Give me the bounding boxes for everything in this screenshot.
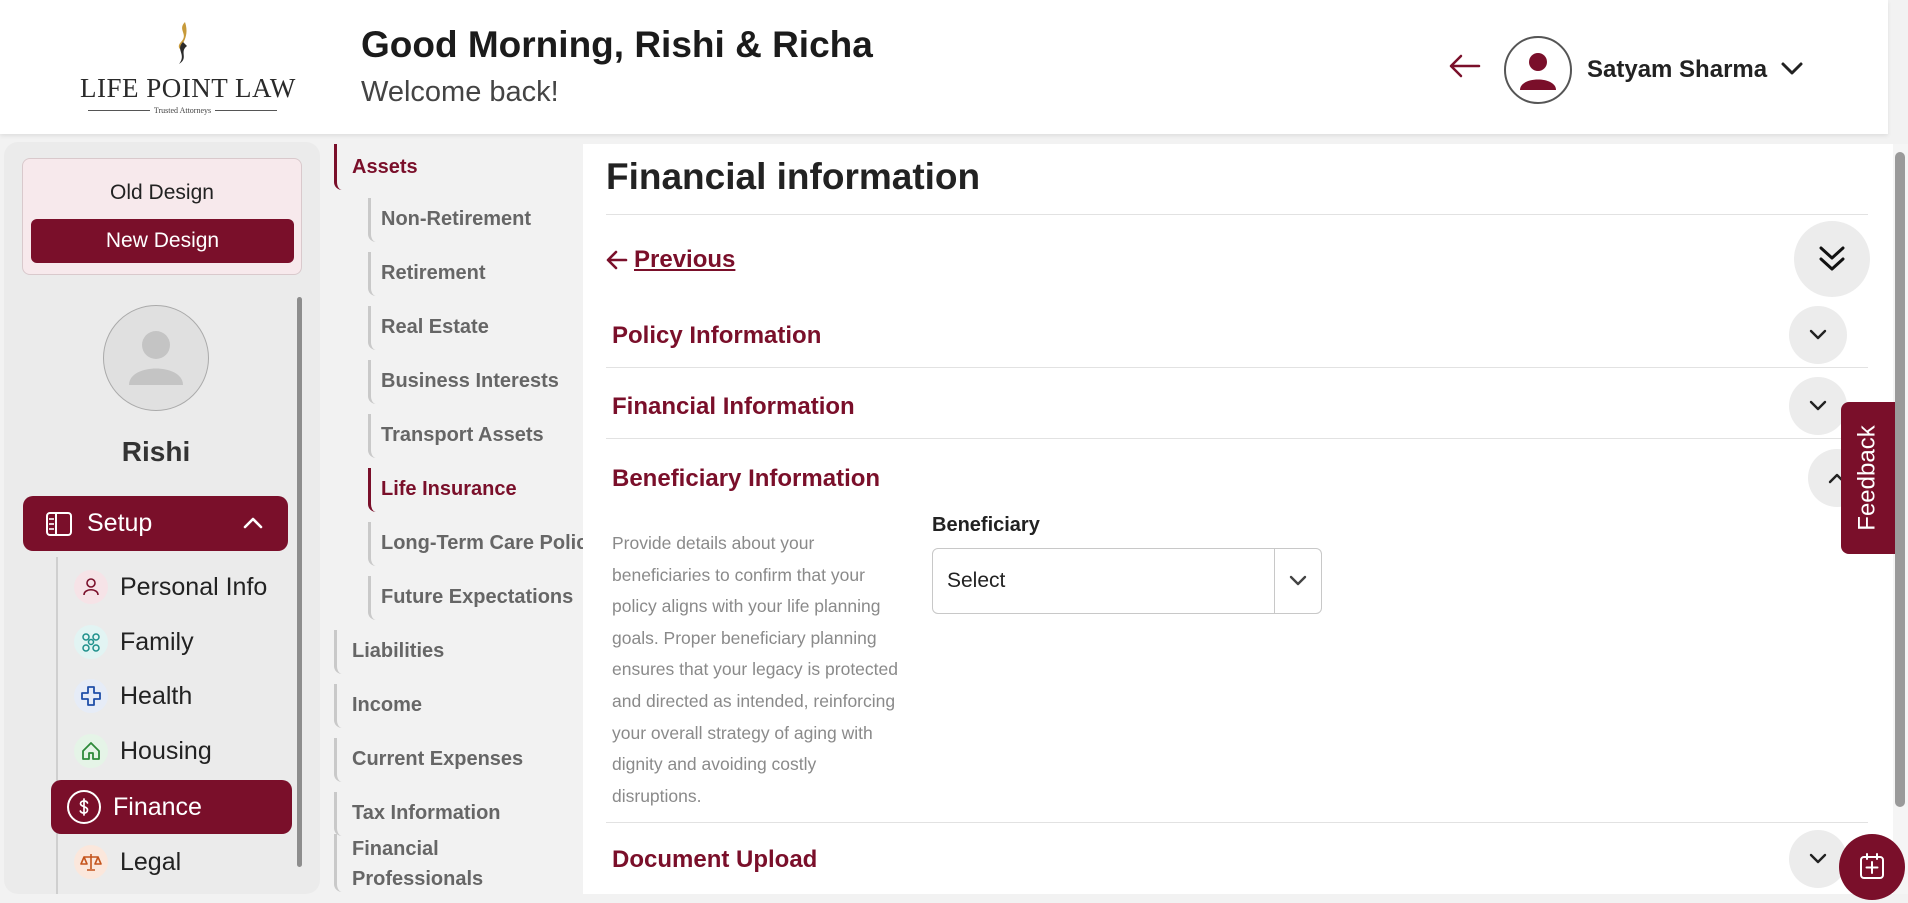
sidebar-item-family[interactable]: Family xyxy=(68,619,290,665)
collapse-all-button[interactable] xyxy=(1794,221,1870,297)
subnav-transport-assets[interactable]: Transport Assets xyxy=(368,414,544,458)
health-cross-icon xyxy=(74,679,108,713)
sidebar-item-health[interactable]: Health xyxy=(68,673,290,719)
setup-book-icon xyxy=(46,511,72,536)
sidebar-item-legal[interactable]: Legal xyxy=(68,839,290,885)
feedback-label: Feedback xyxy=(1854,425,1881,531)
subnav-assets[interactable]: Assets xyxy=(334,144,418,190)
dollar-icon xyxy=(67,790,101,824)
person-placeholder-icon xyxy=(129,331,183,385)
add-note-button[interactable] xyxy=(1839,834,1905,900)
policy-information-toggle[interactable] xyxy=(1789,306,1847,364)
legal-scale-icon xyxy=(74,845,108,879)
sidebar-item-finance[interactable]: Finance xyxy=(51,780,292,834)
user-avatar[interactable] xyxy=(1504,36,1572,104)
subnav-business-interests[interactable]: Business Interests xyxy=(368,360,559,404)
setup-menu-toggle[interactable]: Setup xyxy=(23,496,288,551)
subnav-income[interactable]: Income xyxy=(334,684,422,728)
logo-tagline: Trusted Attorneys xyxy=(153,106,212,115)
old-design-button[interactable]: Old Design xyxy=(23,181,301,205)
finance-subnav: Assets Non-Retirement Retirement Real Es… xyxy=(330,142,598,897)
beneficiary-select[interactable]: Select xyxy=(932,548,1322,614)
subnav-current-expenses[interactable]: Current Expenses xyxy=(334,738,523,782)
chevron-down-icon[interactable] xyxy=(1778,58,1806,80)
subnav-real-estate[interactable]: Real Estate xyxy=(368,306,489,350)
document-upload-header[interactable]: Document Upload xyxy=(612,846,817,874)
sidebar-item-personal-info[interactable]: Personal Info xyxy=(68,564,290,610)
document-upload-toggle[interactable] xyxy=(1789,830,1847,888)
beneficiary-select-value: Select xyxy=(947,569,1006,592)
add-note-icon xyxy=(1860,853,1884,879)
feedback-tab[interactable]: Feedback xyxy=(1841,402,1895,554)
policy-information-header[interactable]: Policy Information xyxy=(612,322,821,350)
family-icon xyxy=(74,625,108,659)
beneficiary-description: Provide details about your beneficiaries… xyxy=(612,533,898,806)
sidebar-item-housing[interactable]: Housing xyxy=(68,728,290,774)
top-header: LIFE POINT LAW Trusted Attorneys Good Mo… xyxy=(0,0,1888,134)
subnav-liabilities[interactable]: Liabilities xyxy=(334,630,444,674)
subnav-financial-professionals[interactable]: Financial Professionals xyxy=(334,834,484,892)
page-title: Financial information xyxy=(606,156,981,197)
flame-logo-icon xyxy=(178,22,187,64)
chevron-down-icon xyxy=(1809,853,1827,864)
profile-name: Rishi xyxy=(121,436,191,467)
chevron-down-icon xyxy=(1809,400,1827,411)
double-chevron-down-icon xyxy=(1819,246,1845,271)
beneficiary-label: Beneficiary xyxy=(932,514,1040,536)
user-name[interactable]: Satyam Sharma xyxy=(1587,56,1767,84)
profile-avatar[interactable] xyxy=(103,305,209,411)
back-arrow-icon[interactable] xyxy=(1447,52,1481,80)
financial-information-header[interactable]: Financial Information xyxy=(612,393,855,421)
subnav-retirement[interactable]: Retirement xyxy=(368,252,485,296)
left-sidebar: Old Design New Design Rishi Setup Person… xyxy=(4,142,320,894)
subnav-non-retirement[interactable]: Non-Retirement xyxy=(368,198,531,242)
previous-link[interactable]: Previous xyxy=(606,246,735,274)
chevron-down-icon xyxy=(1809,329,1827,340)
welcome-text: Welcome back! xyxy=(361,76,559,108)
new-design-button[interactable]: New Design xyxy=(31,219,294,263)
chevron-down-icon xyxy=(1289,575,1307,586)
financial-information-toggle[interactable] xyxy=(1789,377,1847,435)
arrow-left-icon xyxy=(606,250,628,270)
logo-text: LIFE POINT LAW xyxy=(80,73,296,103)
life-point-law-logo[interactable]: LIFE POINT LAW Trusted Attorneys xyxy=(80,20,296,115)
house-icon xyxy=(74,734,108,768)
greeting-title: Good Morning, Rishi & Richa xyxy=(361,24,873,65)
subnav-tax-information[interactable]: Tax Information xyxy=(334,792,501,836)
setup-label: Setup xyxy=(87,509,153,537)
chevron-up-icon xyxy=(243,517,263,529)
subnav-long-term-care-policy[interactable]: Long-Term Care Policy xyxy=(368,522,598,566)
subnav-future-expectations[interactable]: Future Expectations xyxy=(368,576,573,620)
person-icon xyxy=(74,570,108,604)
subnav-life-insurance[interactable]: Life Insurance xyxy=(368,468,517,512)
design-switcher: Old Design New Design xyxy=(22,158,302,275)
beneficiary-information-header[interactable]: Beneficiary Information xyxy=(612,465,880,493)
main-panel: Financial information Previous Policy In… xyxy=(583,144,1893,894)
user-avatar-icon xyxy=(1520,53,1556,90)
sidebar-scrollbar[interactable] xyxy=(297,297,302,867)
main-scrollbar[interactable] xyxy=(1895,152,1905,807)
